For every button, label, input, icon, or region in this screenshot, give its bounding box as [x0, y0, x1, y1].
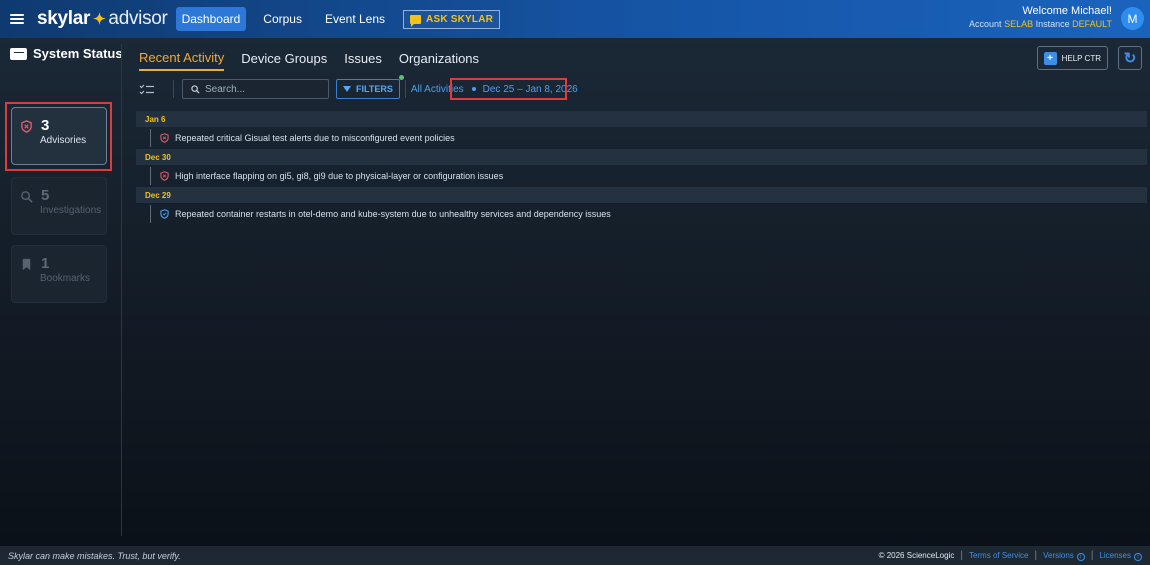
activity-text: Repeated container restarts in otel-demo… [175, 209, 611, 219]
day-header: Dec 29 [136, 187, 1147, 203]
help-plus-icon: + [1043, 51, 1057, 65]
date-range-selector[interactable]: Dec 25 – Jan 8, 2026 [471, 83, 578, 95]
logo-brand: skylar [37, 8, 91, 29]
activity-timeline: Jan 6 Repeated critical Gisual test aler… [136, 111, 1147, 225]
tab-bar: Recent Activity Device Groups Issues Org… [139, 50, 496, 71]
bookmarks-label: Bookmarks [40, 273, 91, 284]
day-header: Dec 30 [136, 149, 1147, 165]
tab-recent-activity[interactable]: Recent Activity [139, 50, 225, 71]
activity-toolbar: FILTERS All Activities Dec 25 – Jan 8, 2… [139, 75, 1139, 100]
bookmarks-card[interactable]: 1 Bookmarks [11, 245, 107, 303]
spark-icon: ✦ [93, 11, 106, 28]
instance-label: Instance [1035, 19, 1070, 29]
search-input[interactable] [205, 83, 315, 95]
shield-alert-icon [21, 120, 32, 133]
chat-icon [410, 14, 422, 27]
filters-button[interactable]: FILTERS [336, 75, 404, 99]
welcome-block: Welcome Michael! Account SELAB Instance … [969, 5, 1112, 29]
advisories-card[interactable]: 3 Advisories [11, 107, 107, 165]
timeline-connector [150, 129, 151, 147]
filter-divider [404, 80, 406, 98]
list-item[interactable]: Repeated container restarts in otel-demo… [136, 203, 1147, 225]
investigate-icon [21, 191, 33, 203]
welcome-text: Welcome Michael! [1022, 5, 1112, 17]
system-status-label: System Status [33, 46, 123, 61]
filters-label: FILTERS [356, 84, 393, 94]
day-header: Jan 6 [136, 111, 1147, 127]
date-bullet-icon [471, 87, 476, 91]
tab-device-groups[interactable]: Device Groups [241, 51, 327, 70]
sidebar-divider [121, 44, 122, 536]
nav-event-lens[interactable]: Event Lens [319, 7, 391, 31]
licenses-link[interactable]: Licenses i [1099, 551, 1142, 561]
terms-link[interactable]: Terms of Service [969, 551, 1029, 560]
footer-links: © 2026 ScienceLogic | Terms of Service |… [879, 550, 1142, 561]
account-value[interactable]: SELAB [1004, 19, 1033, 29]
footer-divider: | [1090, 550, 1094, 561]
list-item[interactable]: High interface flapping on gi5, gi8, gi9… [136, 165, 1147, 187]
investigations-count: 5 [41, 187, 50, 204]
info-icon: i [1076, 552, 1085, 561]
timeline-connector [150, 167, 151, 185]
help-center-button[interactable]: + HELP CTR [1036, 46, 1108, 70]
licenses-label: Licenses [1099, 550, 1131, 560]
refresh-button[interactable]: ↻ [1118, 46, 1142, 70]
bookmark-icon [22, 258, 31, 271]
system-status-title: System Status [10, 46, 123, 61]
ask-skylar-button[interactable]: ASK SKYLAR [403, 9, 501, 29]
refresh-icon: ↻ [1123, 50, 1137, 67]
versions-label: Versions [1043, 550, 1074, 560]
list-item[interactable]: Repeated critical Gisual test alerts due… [136, 127, 1147, 149]
account-label: Account [969, 19, 1002, 29]
footer-divider: | [1034, 550, 1038, 561]
disclaimer-text: Skylar can make mistakes. Trust, but ver… [8, 550, 181, 561]
help-center-label: HELP CTR [1061, 53, 1101, 63]
info-icon: i [1134, 552, 1142, 561]
filter-active-dot [398, 75, 404, 80]
account-instance: Account SELAB Instance DEFAULT [969, 19, 1112, 29]
nav-corpus[interactable]: Corpus [257, 7, 308, 31]
avatar[interactable]: M [1121, 7, 1144, 30]
search-icon [191, 84, 200, 94]
all-activities-link[interactable]: All Activities [411, 84, 464, 95]
menu-icon[interactable] [0, 0, 34, 38]
shield-alert-icon [160, 133, 169, 143]
search-box[interactable] [182, 79, 329, 99]
logo-product: advisor [108, 8, 168, 29]
shield-alert-icon [160, 171, 169, 181]
copyright-text: © 2026 ScienceLogic [878, 551, 955, 560]
activity-text: Repeated critical Gisual test alerts due… [175, 133, 455, 143]
app-logo[interactable]: skylar ✦ advisor [37, 8, 168, 30]
activity-text: High interface flapping on gi5, gi8, gi9… [175, 171, 504, 181]
footer-divider: | [960, 550, 963, 561]
versions-link[interactable]: Versions i [1043, 551, 1085, 561]
tab-organizations[interactable]: Organizations [399, 51, 479, 70]
investigations-label: Investigations [40, 205, 102, 216]
bookmarks-count: 1 [41, 255, 50, 272]
tab-issues[interactable]: Issues [344, 51, 382, 70]
toolbar-divider [173, 80, 174, 98]
instance-value[interactable]: DEFAULT [1072, 19, 1112, 29]
filter-icon [343, 86, 351, 92]
ask-skylar-label: ASK SKYLAR [426, 13, 494, 25]
status-monitor-icon [10, 47, 27, 60]
top-bar: skylar ✦ advisor Dashboard Corpus Event … [0, 0, 1150, 38]
footer: Skylar can make mistakes. Trust, but ver… [0, 546, 1150, 565]
advisories-label: Advisories [40, 135, 87, 146]
checklist-icon[interactable] [139, 79, 161, 99]
shield-check-icon [160, 209, 169, 219]
investigations-card[interactable]: 5 Investigations [11, 177, 107, 235]
nav-dashboard[interactable]: Dashboard [175, 7, 247, 31]
timeline-connector [150, 205, 151, 223]
advisories-count: 3 [41, 117, 50, 134]
date-range-label: Dec 25 – Jan 8, 2026 [482, 83, 578, 95]
